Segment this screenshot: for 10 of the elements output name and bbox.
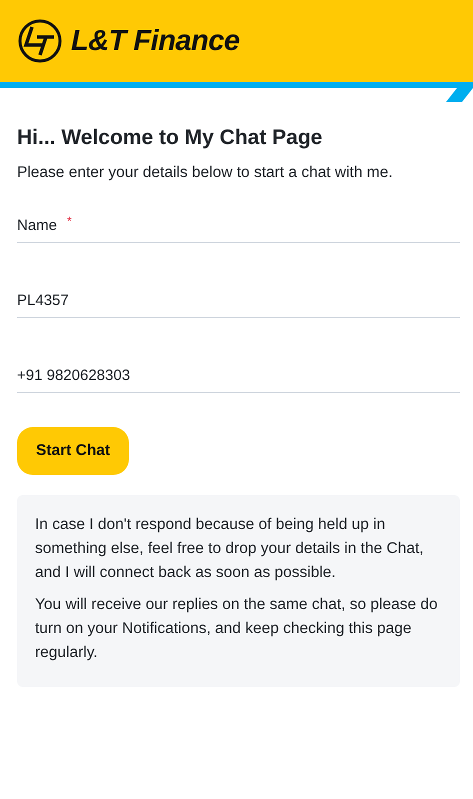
brand-name: L&T Finance <box>71 24 240 58</box>
page-title: Hi... Welcome to My Chat Page <box>17 126 324 150</box>
notice-text: In case I don't respond because of being held up in something else, feel free to drop your details in the Chat, and I will connect back as soon as possible. <box>35 515 425 583</box>
required-mark: * <box>67 214 72 228</box>
instructions: Please enter your details below to start a chat with me. <box>17 164 394 182</box>
notice-text: You will receive our replies on the same chat, so please do turn on your Notifications, and keep checking this page regularly. <box>35 595 439 663</box>
input-field[interactable]: PL4357 <box>17 292 460 308</box>
logo-icon <box>17 18 63 64</box>
input-field[interactable]: +91 9820628303 <box>17 366 460 384</box>
start-chat-button[interactable]: Start Chat <box>17 427 130 475</box>
